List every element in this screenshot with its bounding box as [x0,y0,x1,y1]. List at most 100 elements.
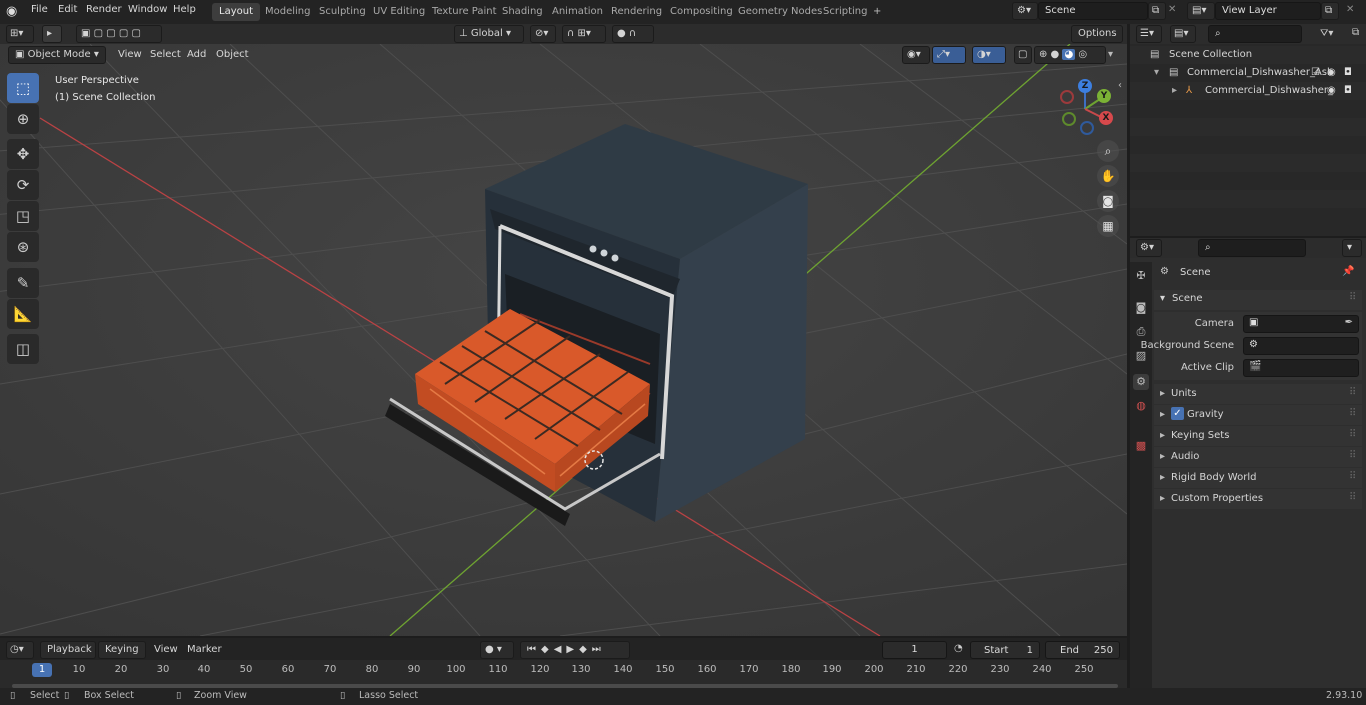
editor-type-icon[interactable]: ⊞▾ [6,25,34,43]
camera-view-icon[interactable]: ◙ [1097,190,1119,212]
add-workspace-button[interactable]: + [866,3,888,21]
eye-icon[interactable]: ◉ [1327,64,1336,82]
pin-icon[interactable]: 📌 [1342,266,1354,277]
visibility-icon[interactable]: ◉▾ [902,46,930,64]
background-scene-field[interactable]: ⚙ [1243,337,1359,355]
filter-icon[interactable]: ⛛▾ [1320,28,1333,39]
auto-keying-icon[interactable]: ● ▾ [480,641,514,659]
keying-menu[interactable]: Keying ▾ [98,641,146,671]
current-frame-field[interactable]: 1 [882,641,947,659]
view-layer-name-field[interactable]: View Layer [1215,2,1321,20]
new-view-layer-icon[interactable]: ⧉ [1321,2,1339,20]
rigid-body-world-panel[interactable]: ▸ Rigid Body World ⠿ [1154,468,1362,488]
remove-scene-icon[interactable]: ✕ [1168,4,1176,15]
gizmo-neg-x[interactable] [1060,90,1074,104]
playback-controls[interactable]: ⏮◆◀▶◆⏭ [520,641,630,659]
properties-options-icon[interactable]: ▾ [1342,239,1362,257]
viewport-menu-add[interactable]: Add [187,49,206,60]
outliner-row[interactable]: ▾ ▤ Commercial_Dishwasher_Asb ☑ ◉ ◘ [1130,64,1366,82]
menu-render[interactable]: Render [86,4,122,15]
viewport-menu-object[interactable]: Object [216,49,249,60]
units-panel[interactable]: ▸ Units ⠿ [1154,384,1362,404]
gizmo-neg-y[interactable] [1062,112,1076,126]
tab-layout[interactable]: Layout [212,3,260,21]
scene-tab-icon[interactable]: ⚙ [1133,374,1149,390]
gravity-panel[interactable]: ▸ ✓ Gravity ⠿ [1154,405,1362,425]
tab-rendering[interactable]: Rendering [604,3,669,21]
move-tool-icon[interactable]: ✥ [7,139,39,169]
active-tool-cursor-icon[interactable]: ▸ [42,25,62,43]
render-tab-icon[interactable]: ◙ [1133,300,1149,316]
timeline-menu-view[interactable]: View [154,644,178,655]
new-collection-icon[interactable]: ⧉ [1352,27,1359,38]
end-frame-field[interactable]: End 250 [1045,641,1120,659]
tool-tab-icon[interactable]: ✠ [1133,268,1149,284]
tab-compositing[interactable]: Compositing [663,3,740,21]
overlay-toggle-icon[interactable]: ◑▾ [972,46,1006,64]
playback-menu[interactable]: Playback ▾ [40,641,96,671]
viewport-menu-select[interactable]: Select [150,49,181,60]
camera-field[interactable]: ▣ ✒ [1243,315,1359,333]
transform-orientation-select[interactable]: ⊥ Global ▾ [454,25,524,43]
tab-sculpting[interactable]: Sculpting [312,3,373,21]
annotate-tool-icon[interactable]: ✎ [7,268,39,298]
pan-hand-icon[interactable]: ✋ [1097,165,1119,187]
outliner-search-field[interactable]: ⌕ [1208,25,1302,43]
remove-view-layer-icon[interactable]: ✕ [1346,4,1354,15]
proportional-editing-icon[interactable]: ● ∩ [612,25,654,43]
scene-name-field[interactable]: Scene [1038,2,1148,20]
gizmo-x-axis[interactable]: X [1099,111,1113,125]
keying-sets-panel[interactable]: ▸ Keying Sets ⠿ [1154,426,1362,446]
outliner-editor-type-icon[interactable]: ☰▾ [1136,25,1162,43]
menu-help[interactable]: Help [173,4,196,15]
exclude-checkbox-icon[interactable]: ☑ [1311,64,1320,82]
options-button[interactable]: Options ▾ [1071,25,1123,55]
add-cube-tool-icon[interactable]: ◫ [7,334,39,364]
start-frame-field[interactable]: Start 1 [970,641,1040,659]
tab-texture-paint[interactable]: Texture Paint [425,3,504,21]
gizmo-y-axis[interactable]: Y [1097,89,1111,103]
properties-search-field[interactable]: ⌕ [1198,239,1306,257]
blender-logo-icon[interactable]: ◉ [6,4,22,20]
gizmo-neg-z[interactable] [1080,121,1094,135]
menu-file[interactable]: File [31,4,48,15]
world-tab-icon[interactable]: ◍ [1133,398,1149,414]
outliner-row[interactable]: ▤ Scene Collection [1130,46,1366,64]
expand-arrow-icon[interactable]: ▾ [1154,64,1159,82]
view-layer-selector-icon[interactable]: ▤▾ [1187,2,1215,20]
gizmo-z-axis[interactable]: Z [1078,79,1092,93]
camera-icon[interactable]: ◘ [1344,82,1352,100]
timeline-menu-marker[interactable]: Marker [187,644,222,655]
audio-panel[interactable]: ▸ Audio ⠿ [1154,447,1362,467]
output-tab-icon[interactable]: ⎙ [1133,324,1149,340]
shading-mode-icons[interactable]: ⊕ ● ◕ ◎ [1034,46,1106,64]
gizmo-toggle-icon[interactable]: ⤢▾ [932,46,966,64]
scale-tool-icon[interactable]: ◳ [7,201,39,231]
eyedropper-icon[interactable]: ✒ [1345,317,1353,328]
drag-handle-icon[interactable]: ⠿ [1349,429,1356,440]
display-mode-icon[interactable]: ▤▾ [1170,25,1196,43]
menu-edit[interactable]: Edit [58,4,77,15]
drag-handle-icon[interactable]: ⠿ [1349,408,1356,419]
tab-modeling[interactable]: Modeling [258,3,318,21]
tab-geometry-nodes[interactable]: Geometry Nodes [731,3,829,21]
drag-handle-icon[interactable]: ⠿ [1349,471,1356,482]
select-box-tool-icon[interactable]: ⬚ [7,73,39,103]
viewport-menu-view[interactable]: View [118,49,142,60]
perspective-grid-icon[interactable]: ▦ [1097,215,1119,237]
drag-handle-icon[interactable]: ⠿ [1349,492,1356,503]
zoom-icon[interactable]: ⌕ [1097,140,1119,162]
tab-shading[interactable]: Shading [495,3,550,21]
expand-arrow-icon[interactable]: ▸ [1172,82,1177,100]
drag-handle-icon[interactable]: ⠿ [1349,450,1356,461]
measure-tool-icon[interactable]: 📐 [7,299,39,329]
camera-icon[interactable]: ◘ [1344,64,1352,82]
scene-selector-icon[interactable]: ⚙▾ [1012,2,1038,20]
transform-tool-icon[interactable]: ⊛ [7,232,39,262]
outliner-row[interactable]: ▸ ⅄ Commercial_Dishwasher_ ◉ ◘ [1130,82,1366,100]
snap-icon[interactable]: ∩ ⊞▾ [562,25,606,43]
gravity-checkbox[interactable]: ✓ [1171,407,1184,420]
3d-viewport[interactable]: User Perspective (1) Scene Collection Z … [0,44,1127,636]
custom-properties-panel[interactable]: ▸ Custom Properties ⠿ [1154,489,1362,509]
drag-handle-icon[interactable]: ⠿ [1349,387,1356,398]
